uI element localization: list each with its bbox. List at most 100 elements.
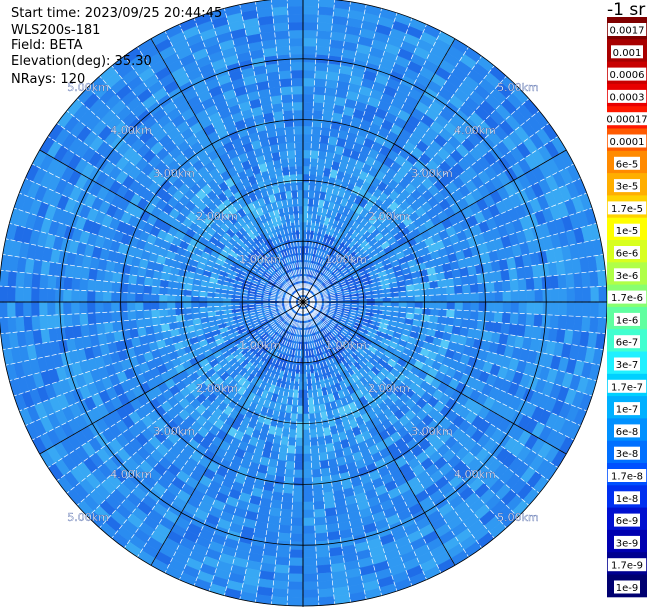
- range-gate-cell: [469, 310, 479, 321]
- range-gate-cell: [15, 316, 25, 333]
- range-gate-cell: [284, 126, 295, 136]
- range-gate-cell: [302, 549, 317, 559]
- range-gate-cell: [276, 54, 291, 64]
- range-gate-cell: [422, 301, 432, 309]
- range-gate-cell: [390, 291, 400, 298]
- range-gate-cell: [31, 273, 41, 289]
- range-gate-cell: [143, 276, 154, 287]
- range-gate-cell: [0, 285, 8, 303]
- range-gate-cell: [485, 281, 495, 293]
- range-gate-cell: [302, 165, 311, 175]
- range-gate-cell: [493, 280, 503, 293]
- range-gate-cell: [430, 308, 440, 317]
- range-gate-cell: [302, 21, 318, 31]
- range-gate-cell: [322, 491, 335, 502]
- range-gate-cell: [315, 548, 330, 558]
- range-gate-cell: [302, 13, 319, 23]
- range-gate-cell: [278, 150, 289, 161]
- range-gate-cell: [111, 281, 121, 293]
- range-gate-cell: [62, 301, 72, 315]
- range-gate-cell: [87, 279, 97, 292]
- range-gate-cell: [468, 274, 479, 285]
- range-gate-cell: [285, 134, 295, 144]
- range-gate-cell: [274, 564, 290, 574]
- range-gate-cell: [302, 389, 309, 399]
- range-gate-cell: [272, 580, 289, 590]
- range-gate-cell: [287, 581, 304, 591]
- colorbar: 0.00170.0010.00060.00030.000170.00016e-5…: [604, 17, 647, 598]
- range-gate-cell: [444, 316, 455, 327]
- range-ring-label: 4.00km: [110, 124, 152, 137]
- range-gate-cell: [558, 287, 568, 303]
- range-gate-cell: [127, 319, 138, 330]
- range-gate-cell: [509, 312, 519, 325]
- range-gate-cell: [86, 301, 96, 314]
- range-gate-cell: [542, 301, 552, 316]
- colorbar-tick-label: 1.7e-5: [611, 204, 643, 215]
- range-gate-cell: [302, 573, 318, 583]
- range-gate-cell: [86, 290, 96, 303]
- range-gate-cell: [294, 453, 304, 463]
- range-gate-cell: [282, 110, 294, 120]
- colorbar-tick-label: 0.001: [613, 48, 642, 59]
- range-gate-cell: [452, 317, 463, 328]
- range-gate-cell: [296, 173, 304, 183]
- range-gate-cell: [103, 321, 114, 334]
- range-gate-cell: [302, 405, 310, 415]
- range-gate-cell: [268, 86, 282, 97]
- range-gate-cell: [111, 311, 121, 323]
- range-gate-cell: [102, 301, 112, 313]
- range-gate-cell: [38, 287, 48, 303]
- range-gate-cell: [302, 469, 313, 479]
- range-gate-cell: [484, 321, 495, 333]
- range-gate-cell: [302, 141, 312, 151]
- range-gate-cell: [581, 271, 591, 288]
- range-gate-cell: [319, 134, 330, 145]
- range-gate-cell: [302, 597, 320, 607]
- range-gate-cell: [398, 296, 408, 303]
- range-gate-cell: [289, 541, 304, 551]
- range-gate-cell: [206, 306, 216, 313]
- colorbar-tick-label: 1e-6: [616, 315, 639, 326]
- range-gate-cell: [311, 460, 321, 470]
- range-gate-cell: [302, 453, 312, 463]
- range-gate-cell: [307, 397, 315, 407]
- range-gate-cell: [470, 292, 480, 303]
- range-gate-cell: [134, 301, 144, 312]
- range-ring-label: 5.00km: [497, 511, 539, 524]
- range-gate-cell: [494, 301, 504, 313]
- range-gate-cell: [422, 295, 432, 303]
- range-ring-label: 3.00km: [153, 425, 195, 438]
- range-gate-cell: [291, 517, 304, 527]
- colorbar-tick-label: 6e-7: [616, 338, 639, 349]
- range-gate-cell: [446, 301, 456, 311]
- range-gate-cell: [500, 322, 511, 335]
- range-gate-cell: [158, 301, 168, 310]
- range-gate-cell: [6, 301, 16, 318]
- range-gate-cell: [281, 102, 294, 112]
- range-gate-cell: [280, 86, 293, 96]
- range-gate-cell: [302, 205, 309, 215]
- range-gate-cell: [288, 557, 304, 567]
- range-gate-cell: [288, 37, 304, 47]
- colorbar-tick-label: 3e-8: [616, 449, 639, 460]
- range-gate-cell: [309, 157, 319, 167]
- range-gate-cell: [30, 301, 40, 317]
- range-gate-cell: [302, 61, 316, 71]
- range-gate-cell: [278, 70, 292, 80]
- range-gate-cell: [317, 443, 328, 454]
- colorbar-tick-label: 3e-5: [616, 182, 639, 193]
- range-gate-cell: [315, 54, 330, 64]
- range-gate-cell: [590, 286, 600, 303]
- range-gate-cell: [291, 85, 304, 95]
- range-ring-label: 1.00km: [325, 339, 367, 352]
- range-gate-cell: [127, 283, 137, 294]
- range-gate-cell: [70, 289, 80, 303]
- range-gate-cell: [198, 296, 208, 303]
- range-gate-cell: [453, 309, 463, 319]
- range-gate-cell: [501, 280, 511, 292]
- range-gate-cell: [297, 397, 304, 407]
- range-gate-cell: [501, 312, 511, 324]
- range-gate-cell: [158, 286, 168, 296]
- range-gate-cell: [287, 157, 297, 167]
